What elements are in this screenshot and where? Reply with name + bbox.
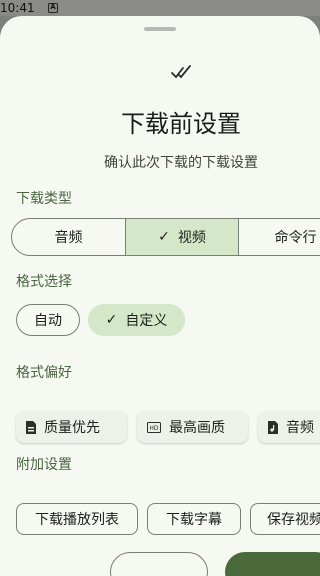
cancel-button[interactable]	[110, 552, 208, 576]
segment-label: 视频	[177, 230, 206, 246]
chip-label: 自定义	[125, 313, 168, 329]
sheet-subtitle: 确认此次下载的下载设置	[104, 155, 258, 171]
segment-video[interactable]: ✓ 视频	[126, 219, 239, 255]
toggle-label: 下载播放列表	[35, 512, 119, 528]
download-type-segmented: 音频 ✓ 视频 命令行	[11, 218, 320, 256]
download-button[interactable]	[225, 552, 320, 576]
section-label-download-type: 下载类型	[16, 191, 72, 207]
pref-quality-first[interactable]: 质量优先	[16, 411, 127, 443]
section-label-additional-settings: 附加设置	[16, 457, 72, 473]
toggle-download-playlist[interactable]: 下载播放列表	[16, 503, 138, 535]
status-bar: 10:41 A	[0, 0, 320, 16]
segment-command[interactable]: 命令行	[239, 219, 320, 255]
chip-custom[interactable]: ✓ 自定义	[88, 304, 185, 336]
pref-label: 质量优先	[44, 420, 100, 436]
hd-icon: HD	[147, 421, 161, 433]
pref-audio[interactable]: 音频	[258, 411, 320, 443]
pref-label: 最高画质	[169, 420, 225, 436]
check-icon: ✓	[158, 229, 170, 245]
chip-auto[interactable]: 自动	[16, 304, 80, 336]
audio-file-icon	[268, 420, 278, 434]
toggle-download-subtitles[interactable]: 下载字幕	[147, 503, 241, 535]
segment-label: 命令行	[274, 230, 317, 246]
toggle-label: 保存视频	[267, 512, 320, 528]
segment-label: 音频	[54, 230, 83, 246]
svg-text:HD: HD	[149, 425, 159, 432]
segment-audio[interactable]: 音频	[12, 219, 126, 255]
pref-highest-quality[interactable]: HD 最高画质	[137, 411, 248, 443]
check-icon: ✓	[105, 312, 118, 328]
bottom-sheet: 下载前设置 确认此次下载的下载设置 下载类型 音频 ✓ 视频 命令行 格式选择 …	[0, 16, 320, 576]
section-label-format-preference: 格式偏好	[16, 365, 72, 381]
sheet-title: 下载前设置	[121, 110, 241, 138]
pref-label: 音频	[286, 420, 314, 436]
file-icon	[26, 420, 36, 434]
download-done-icon	[171, 65, 191, 79]
chip-label: 自动	[34, 313, 62, 329]
toggle-label: 下载字幕	[166, 512, 222, 528]
drag-handle[interactable]	[144, 27, 176, 31]
toggle-save-video[interactable]: 保存视频	[250, 503, 320, 535]
download-notification-icon: A	[48, 3, 58, 13]
section-label-format-select: 格式选择	[16, 274, 72, 290]
status-time: 10:41	[0, 1, 35, 15]
